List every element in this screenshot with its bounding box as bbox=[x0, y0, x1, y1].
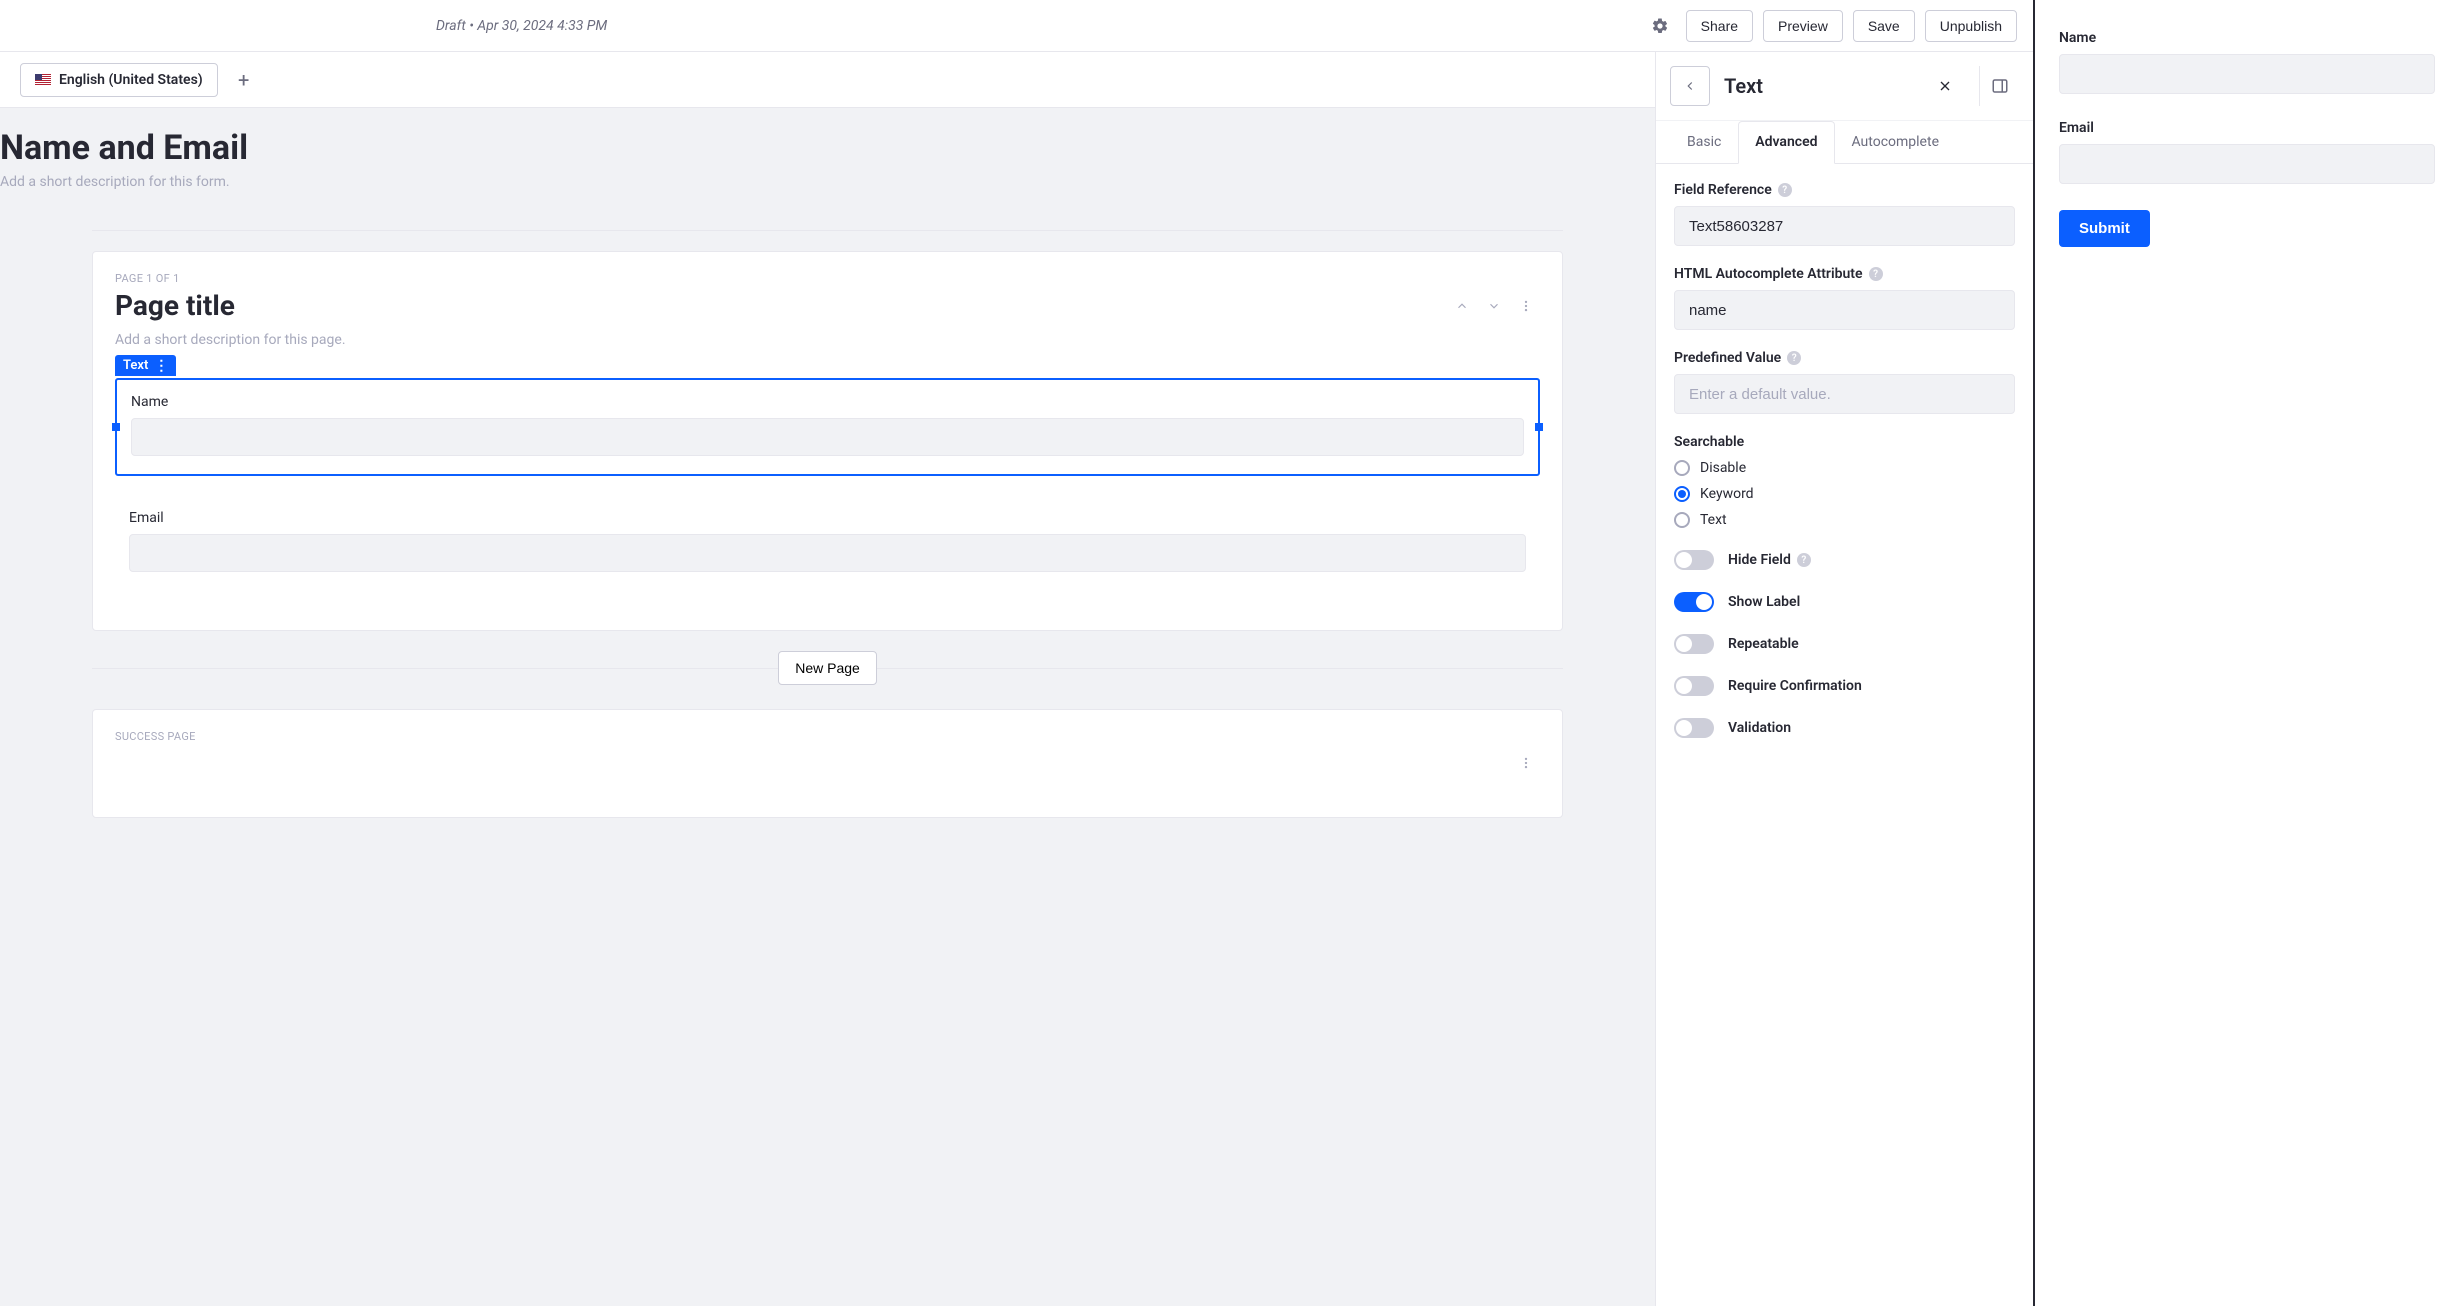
toggle-validation[interactable]: Validation bbox=[1674, 718, 2015, 738]
preview-email-input[interactable] bbox=[2059, 144, 2435, 184]
toggle-label-validation: Validation bbox=[1728, 720, 1791, 736]
form-description-placeholder[interactable]: Add a short description for this form. bbox=[0, 174, 1655, 190]
page-title[interactable]: Page title bbox=[115, 289, 1448, 322]
field-tag-label: Text bbox=[123, 358, 148, 373]
field-reference-input[interactable] bbox=[1674, 206, 2015, 246]
unpublish-button[interactable]: Unpublish bbox=[1925, 10, 2017, 42]
preview-name-input[interactable] bbox=[2059, 54, 2435, 94]
page-description-placeholder[interactable]: Add a short description for this page. bbox=[115, 332, 1540, 348]
field-input-name[interactable] bbox=[131, 418, 1524, 456]
radio-icon bbox=[1674, 512, 1690, 528]
language-tabs: English (United States) + bbox=[0, 52, 1655, 108]
close-icon[interactable] bbox=[1931, 72, 1959, 100]
toggle-label-show-label: Show Label bbox=[1728, 594, 1800, 610]
help-icon[interactable]: ? bbox=[1778, 183, 1792, 197]
language-label: English (United States) bbox=[59, 72, 203, 88]
field-label-name: Name bbox=[131, 394, 1524, 410]
html-autocomplete-label: HTML Autocomplete Attribute bbox=[1674, 266, 1863, 282]
help-icon[interactable]: ? bbox=[1869, 267, 1883, 281]
toggle-switch bbox=[1674, 592, 1714, 612]
success-page-card: SUCCESS PAGE bbox=[92, 709, 1563, 818]
toggle-show-label[interactable]: Show Label bbox=[1674, 592, 2015, 612]
searchable-label: Searchable bbox=[1674, 434, 1744, 450]
add-language-button[interactable]: + bbox=[228, 64, 260, 96]
properties-tabs: Basic Advanced Autocomplete bbox=[1656, 121, 2033, 164]
field-label-email: Email bbox=[129, 510, 1526, 526]
properties-panel: Text Basic Advanced Autocomplete bbox=[1655, 52, 2033, 1306]
new-page-button[interactable]: New Page bbox=[778, 651, 877, 685]
preview-email-label: Email bbox=[2059, 120, 2435, 136]
radio-text[interactable]: Text bbox=[1674, 512, 2015, 528]
radio-label-disable: Disable bbox=[1700, 460, 1746, 476]
radio-label-keyword: Keyword bbox=[1700, 486, 1754, 502]
topbar: Draft • Apr 30, 2024 4:33 PM Share Previ… bbox=[0, 0, 2033, 52]
form-field-email[interactable]: Email bbox=[115, 496, 1540, 590]
form-preview-panel: Name Email Submit bbox=[2033, 0, 2459, 1306]
page-card: PAGE 1 OF 1 Page title bbox=[92, 251, 1563, 631]
field-type-tag: Text ⋮ bbox=[115, 355, 176, 376]
toggle-switch bbox=[1674, 550, 1714, 570]
toggle-repeatable[interactable]: Repeatable bbox=[1674, 634, 2015, 654]
radio-icon bbox=[1674, 486, 1690, 502]
panel-toggle-icon[interactable] bbox=[1979, 66, 2019, 106]
page-move-down-icon[interactable] bbox=[1480, 292, 1508, 320]
resize-handle-right[interactable] bbox=[1535, 423, 1543, 431]
resize-handle-left[interactable] bbox=[112, 423, 120, 431]
html-autocomplete-input[interactable] bbox=[1674, 290, 2015, 330]
toggle-switch bbox=[1674, 718, 1714, 738]
back-button[interactable] bbox=[1670, 66, 1710, 106]
form-field-name[interactable]: Name bbox=[115, 378, 1540, 476]
submit-button[interactable]: Submit bbox=[2059, 210, 2150, 247]
draft-status: Draft • Apr 30, 2024 4:33 PM bbox=[436, 18, 607, 34]
predefined-value-input[interactable] bbox=[1674, 374, 2015, 414]
help-icon[interactable]: ? bbox=[1797, 553, 1811, 567]
language-tab-en-us[interactable]: English (United States) bbox=[20, 63, 218, 97]
settings-icon[interactable] bbox=[1644, 10, 1676, 42]
toggle-require-confirmation[interactable]: Require Confirmation bbox=[1674, 676, 2015, 696]
tab-advanced[interactable]: Advanced bbox=[1738, 121, 1834, 164]
page-move-up-icon[interactable] bbox=[1448, 292, 1476, 320]
field-input-email[interactable] bbox=[129, 534, 1526, 572]
us-flag-icon bbox=[35, 74, 51, 85]
success-page-meta: SUCCESS PAGE bbox=[115, 730, 1540, 743]
toggle-switch bbox=[1674, 634, 1714, 654]
page-more-icon[interactable] bbox=[1512, 292, 1540, 320]
form-title[interactable]: Name and Email bbox=[0, 128, 1655, 168]
toggle-hide-field[interactable]: Hide Field ? bbox=[1674, 550, 2015, 570]
tab-autocomplete[interactable]: Autocomplete bbox=[1835, 121, 1957, 163]
toggle-label-repeatable: Repeatable bbox=[1728, 636, 1799, 652]
properties-title: Text bbox=[1724, 74, 1917, 98]
help-icon[interactable]: ? bbox=[1787, 351, 1801, 365]
toggle-label-require-confirmation: Require Confirmation bbox=[1728, 678, 1862, 694]
save-button[interactable]: Save bbox=[1853, 10, 1915, 42]
preview-button[interactable]: Preview bbox=[1763, 10, 1843, 42]
radio-label-text: Text bbox=[1700, 512, 1727, 528]
toggle-label-hide-field: Hide Field bbox=[1728, 552, 1791, 568]
field-tag-more-icon[interactable]: ⋮ bbox=[154, 359, 168, 373]
share-button[interactable]: Share bbox=[1686, 10, 1753, 42]
toggle-switch bbox=[1674, 676, 1714, 696]
tab-basic[interactable]: Basic bbox=[1670, 121, 1738, 163]
predefined-value-label: Predefined Value bbox=[1674, 350, 1781, 366]
success-page-more-icon[interactable] bbox=[1512, 749, 1540, 777]
preview-name-label: Name bbox=[2059, 30, 2435, 46]
radio-icon bbox=[1674, 460, 1690, 476]
radio-disable[interactable]: Disable bbox=[1674, 460, 2015, 476]
page-meta: PAGE 1 OF 1 bbox=[115, 272, 1540, 285]
field-reference-label: Field Reference bbox=[1674, 182, 1772, 198]
radio-keyword[interactable]: Keyword bbox=[1674, 486, 2015, 502]
